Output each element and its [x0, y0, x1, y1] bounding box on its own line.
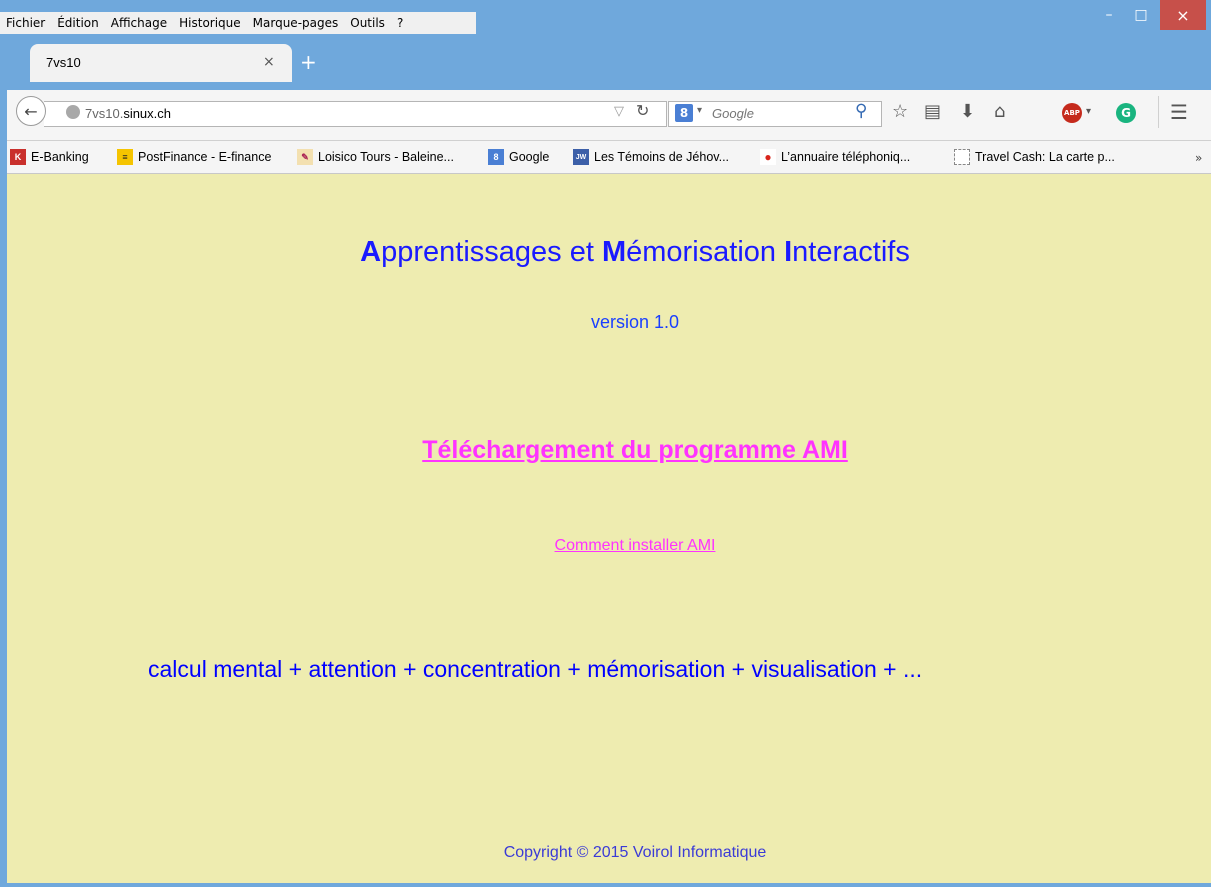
bookmark-item[interactable]: 8 Google: [488, 149, 549, 165]
url-text[interactable]: 7vs10.sinux.ch: [85, 106, 171, 121]
tab-close-icon[interactable]: ×: [263, 54, 275, 70]
maximize-button[interactable]: □: [1128, 0, 1154, 30]
bookmark-item[interactable]: ✎ Loisico Tours - Baleine...: [297, 149, 454, 165]
search-icon[interactable]: ⚲: [855, 101, 867, 121]
toolbar-separator: [1158, 96, 1159, 128]
bookmark-item[interactable]: JW Les Témoins de Jéhov...: [573, 149, 729, 165]
bookmark-label: Google: [509, 150, 550, 164]
tagline: calcul mental + attention + concentratio…: [148, 656, 923, 682]
grammarly-icon[interactable]: G: [1116, 103, 1136, 123]
bookmark-label: Loisico Tours - Baleine...: [318, 150, 454, 164]
google-logo-icon: 8: [488, 149, 504, 165]
menu-history[interactable]: Historique: [173, 16, 247, 30]
search-engine-dropdown-icon[interactable]: ▾: [697, 105, 702, 116]
menu-view[interactable]: Affichage: [105, 16, 173, 30]
bookmarks-overflow-icon[interactable]: »: [1195, 151, 1202, 165]
page-title: Apprentissages et Mémorisation Interacti…: [360, 236, 910, 268]
minimize-button[interactable]: –: [1096, 0, 1122, 30]
bookmark-label: Les Témoins de Jéhov...: [594, 150, 730, 164]
page-content: [7, 174, 1211, 883]
download-icon[interactable]: ⬇: [960, 101, 975, 122]
bookmark-star-icon[interactable]: ☆: [892, 101, 908, 122]
bookmark-item[interactable]: Travel Cash: La carte p...: [954, 149, 1115, 165]
menu-bookmarks[interactable]: Marque-pages: [247, 16, 345, 30]
bookmark-label: E-Banking: [31, 150, 89, 164]
close-window-button[interactable]: ×: [1160, 0, 1206, 30]
home-icon[interactable]: ⌂: [994, 101, 1005, 122]
version-label: version 1.0: [590, 312, 680, 332]
bookmark-item[interactable]: ≡ PostFinance - E-finance: [117, 149, 271, 165]
bookmark-label: Travel Cash: La carte p...: [975, 150, 1115, 164]
menu-tools[interactable]: Outils: [344, 16, 391, 30]
google-search-engine-icon[interactable]: 8: [675, 104, 693, 122]
reading-list-icon[interactable]: ▤: [924, 101, 941, 122]
bank-logo-icon: K: [10, 149, 26, 165]
bookmark-item[interactable]: K E-Banking: [10, 149, 89, 165]
site-identity-icon[interactable]: [66, 105, 80, 119]
bookmark-item[interactable]: ● L’annuaire téléphoniq...: [760, 149, 910, 165]
copyright-notice: Copyright © 2015 Voirol Informatique: [503, 844, 767, 861]
menu-file[interactable]: Fichier: [0, 16, 51, 30]
download-program-link[interactable]: Téléchargement du programme AMI: [0, 436, 1211, 465]
new-tab-button[interactable]: +: [300, 50, 317, 74]
menu-bar: Fichier Édition Affichage Historique Mar…: [0, 12, 476, 34]
bookmark-label: PostFinance - E-finance: [138, 150, 272, 164]
loisico-logo-icon: ✎: [297, 149, 313, 165]
url-history-dropdown-icon[interactable]: ▽: [614, 104, 624, 119]
adblock-dropdown-icon[interactable]: ▾: [1086, 106, 1091, 117]
adblock-plus-icon[interactable]: ABP: [1062, 103, 1082, 123]
postfinance-logo-icon: ≡: [117, 149, 133, 165]
back-button[interactable]: ←: [16, 96, 46, 126]
menu-hamburger-icon[interactable]: ☰: [1170, 100, 1188, 124]
back-arrow-icon: ←: [24, 101, 38, 121]
menu-edit[interactable]: Édition: [51, 16, 105, 30]
reload-icon[interactable]: ↻: [636, 101, 649, 120]
install-instructions-link[interactable]: Comment installer AMI: [0, 537, 1211, 555]
search-input[interactable]: Google: [712, 106, 754, 121]
blank-page-icon: [954, 149, 970, 165]
tab-title: 7vs10: [46, 55, 81, 70]
annuaire-logo-icon: ●: [760, 149, 776, 165]
menu-help[interactable]: ?: [391, 16, 409, 30]
jw-logo-icon: JW: [573, 149, 589, 165]
bookmark-label: L’annuaire téléphoniq...: [781, 150, 911, 164]
